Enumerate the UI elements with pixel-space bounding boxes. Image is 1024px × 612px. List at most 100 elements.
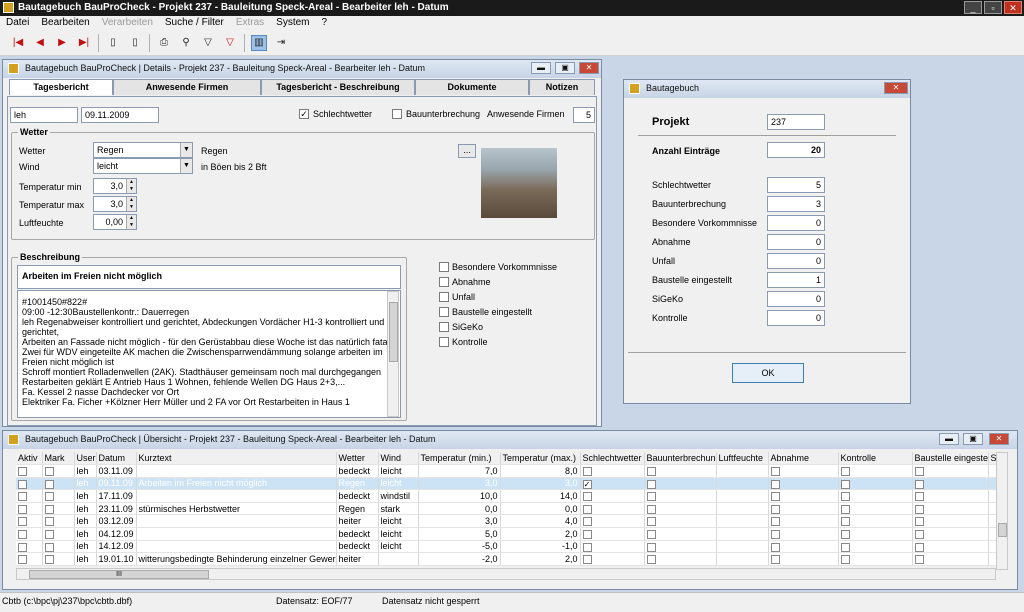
row-checkbox[interactable] bbox=[18, 479, 27, 489]
row-checkbox[interactable] bbox=[840, 555, 850, 565]
details-minimize-button[interactable]: ▬ bbox=[531, 62, 551, 74]
menu-extras[interactable]: Extras bbox=[236, 17, 264, 30]
spinner-icon[interactable]: ▲ ▼ bbox=[126, 197, 136, 211]
row-checkbox[interactable] bbox=[840, 466, 850, 476]
flag-checkbox[interactable] bbox=[439, 262, 449, 272]
spinner-icon[interactable]: ▲ ▼ bbox=[126, 179, 136, 193]
tab-dokumente[interactable]: Dokumente bbox=[415, 79, 529, 95]
row-checkbox[interactable]: ✓ bbox=[582, 479, 592, 489]
column-header[interactable]: Schlechtwetter bbox=[580, 452, 645, 466]
beschreibung-title-field[interactable]: Arbeiten im Freien nicht möglich bbox=[17, 265, 401, 289]
row-checkbox[interactable] bbox=[44, 542, 54, 552]
table-row[interactable]: leh 14.12.09 bedeckt leicht -5,0 -1,0 bbox=[16, 540, 997, 554]
count-field[interactable]: 0 bbox=[767, 253, 825, 269]
row-checkbox[interactable] bbox=[44, 479, 54, 489]
row-checkbox[interactable] bbox=[582, 504, 592, 514]
row-checkbox[interactable] bbox=[914, 542, 924, 552]
column-header[interactable]: Kontrolle bbox=[838, 452, 913, 466]
row-checkbox[interactable] bbox=[770, 504, 780, 514]
first-record-icon[interactable]: |◀ bbox=[10, 35, 26, 51]
menu-bearbeiten[interactable]: Bearbeiten bbox=[41, 17, 89, 30]
table-row[interactable]: leh 09.11.09 Arbeiten im Freien nicht mögl… bbox=[16, 477, 997, 491]
row-checkbox[interactable] bbox=[646, 466, 656, 476]
column-header[interactable]: Temperatur (min.) bbox=[418, 452, 501, 466]
flag-checkbox[interactable] bbox=[439, 307, 449, 317]
table-row[interactable]: leh 03.11.09 bedeckt leicht 7,0 8,0 bbox=[16, 464, 997, 478]
row-checkbox[interactable] bbox=[840, 517, 850, 527]
user-field[interactable]: leh bbox=[10, 107, 78, 123]
count-field[interactable]: 0 bbox=[767, 310, 825, 326]
row-checkbox[interactable] bbox=[646, 555, 656, 565]
row-checkbox[interactable] bbox=[44, 466, 54, 476]
column-header[interactable]: Bauunterbrechung bbox=[644, 452, 717, 466]
column-header[interactable]: Baustelle eingestellt bbox=[912, 452, 989, 466]
minimize-button[interactable]: _ bbox=[964, 1, 982, 14]
temperatur-min-field[interactable]: 3,0 ▲ ▼ bbox=[93, 178, 137, 194]
tab-tagesbericht[interactable]: Tagesbericht bbox=[9, 79, 113, 95]
row-checkbox[interactable] bbox=[646, 492, 656, 502]
date-field[interactable]: 09.11.2009 bbox=[81, 107, 159, 123]
table-row[interactable]: leh 17.11.09 bedeckt windstil 10,0 14,0 bbox=[16, 489, 997, 503]
count-field[interactable]: 0 bbox=[767, 234, 825, 250]
projekt-field[interactable]: 237 bbox=[767, 114, 825, 130]
menu-help[interactable]: ? bbox=[322, 17, 328, 30]
row-checkbox[interactable] bbox=[770, 492, 780, 502]
row-checkbox[interactable] bbox=[582, 529, 592, 539]
schlechtwetter-checkbox[interactable]: ✓ bbox=[299, 109, 309, 119]
close-button[interactable]: ✕ bbox=[1004, 1, 1022, 14]
scrollbar-thumb[interactable]: III bbox=[29, 570, 209, 579]
print-icon[interactable]: ⎙ bbox=[156, 35, 172, 51]
row-checkbox[interactable] bbox=[18, 492, 27, 502]
row-checkbox[interactable] bbox=[646, 542, 656, 552]
column-header[interactable]: Datum bbox=[96, 452, 137, 466]
row-checkbox[interactable] bbox=[18, 504, 27, 514]
count-field[interactable]: 0 bbox=[767, 215, 825, 231]
row-checkbox[interactable] bbox=[914, 492, 924, 502]
column-header[interactable]: Si bbox=[988, 452, 997, 466]
row-checkbox[interactable] bbox=[44, 492, 54, 502]
row-checkbox[interactable] bbox=[770, 517, 780, 527]
wetter-select[interactable]: Regen ▼ bbox=[93, 142, 193, 158]
column-header[interactable]: Kurztext bbox=[136, 452, 337, 466]
menu-system[interactable]: System bbox=[276, 17, 309, 30]
row-checkbox[interactable] bbox=[582, 542, 592, 552]
ok-button[interactable]: OK bbox=[732, 363, 804, 383]
count-field[interactable]: 5 bbox=[767, 177, 825, 193]
row-checkbox[interactable] bbox=[44, 517, 54, 527]
row-checkbox[interactable] bbox=[914, 504, 924, 514]
overview-close-button[interactable]: ✕ bbox=[989, 433, 1009, 445]
column-header[interactable]: Luftfeuchte bbox=[716, 452, 769, 466]
column-header[interactable]: Abnahme bbox=[768, 452, 839, 466]
row-checkbox[interactable] bbox=[914, 466, 924, 476]
menu-suche-filter[interactable]: Suche / Filter bbox=[165, 17, 224, 30]
beschreibung-textarea[interactable]: #1001450#822# 09:00 -12:30Baustellenkontr… bbox=[17, 290, 401, 418]
scrollbar-thumb[interactable] bbox=[998, 523, 1007, 537]
next-record-icon[interactable]: ▶ bbox=[54, 35, 70, 51]
wind-select[interactable]: leicht ▼ bbox=[93, 158, 193, 174]
binoculars-icon[interactable]: ⚲ bbox=[178, 35, 194, 51]
row-checkbox[interactable] bbox=[44, 504, 54, 514]
overview-minimize-button[interactable]: ▬ bbox=[939, 433, 959, 445]
filter-remove-icon[interactable]: ▽ bbox=[222, 35, 238, 51]
beschreibung-scrollbar[interactable] bbox=[387, 291, 399, 417]
filter-icon[interactable]: ▽ bbox=[200, 35, 216, 51]
row-checkbox[interactable] bbox=[582, 466, 592, 476]
tab-notizen[interactable]: Notizen bbox=[529, 79, 595, 95]
overview-hscrollbar[interactable]: III bbox=[16, 568, 996, 580]
row-checkbox[interactable] bbox=[582, 555, 592, 565]
row-checkbox[interactable] bbox=[840, 542, 850, 552]
count-field[interactable]: 3 bbox=[767, 196, 825, 212]
row-checkbox[interactable] bbox=[770, 529, 780, 539]
column-header[interactable]: Temperatur (max.) bbox=[500, 452, 581, 466]
menu-datei[interactable]: Datei bbox=[6, 17, 29, 30]
row-checkbox[interactable] bbox=[646, 517, 656, 527]
column-header[interactable]: User bbox=[74, 452, 97, 466]
count-field[interactable]: 1 bbox=[767, 272, 825, 288]
flag-checkbox[interactable] bbox=[439, 292, 449, 302]
details-close-button[interactable]: ✕ bbox=[579, 62, 599, 74]
row-checkbox[interactable] bbox=[770, 542, 780, 552]
dialog-close-button[interactable]: ✕ bbox=[884, 82, 908, 94]
row-checkbox[interactable] bbox=[18, 555, 27, 565]
browse-photo-button[interactable]: ... bbox=[458, 144, 476, 158]
row-checkbox[interactable] bbox=[646, 479, 656, 489]
